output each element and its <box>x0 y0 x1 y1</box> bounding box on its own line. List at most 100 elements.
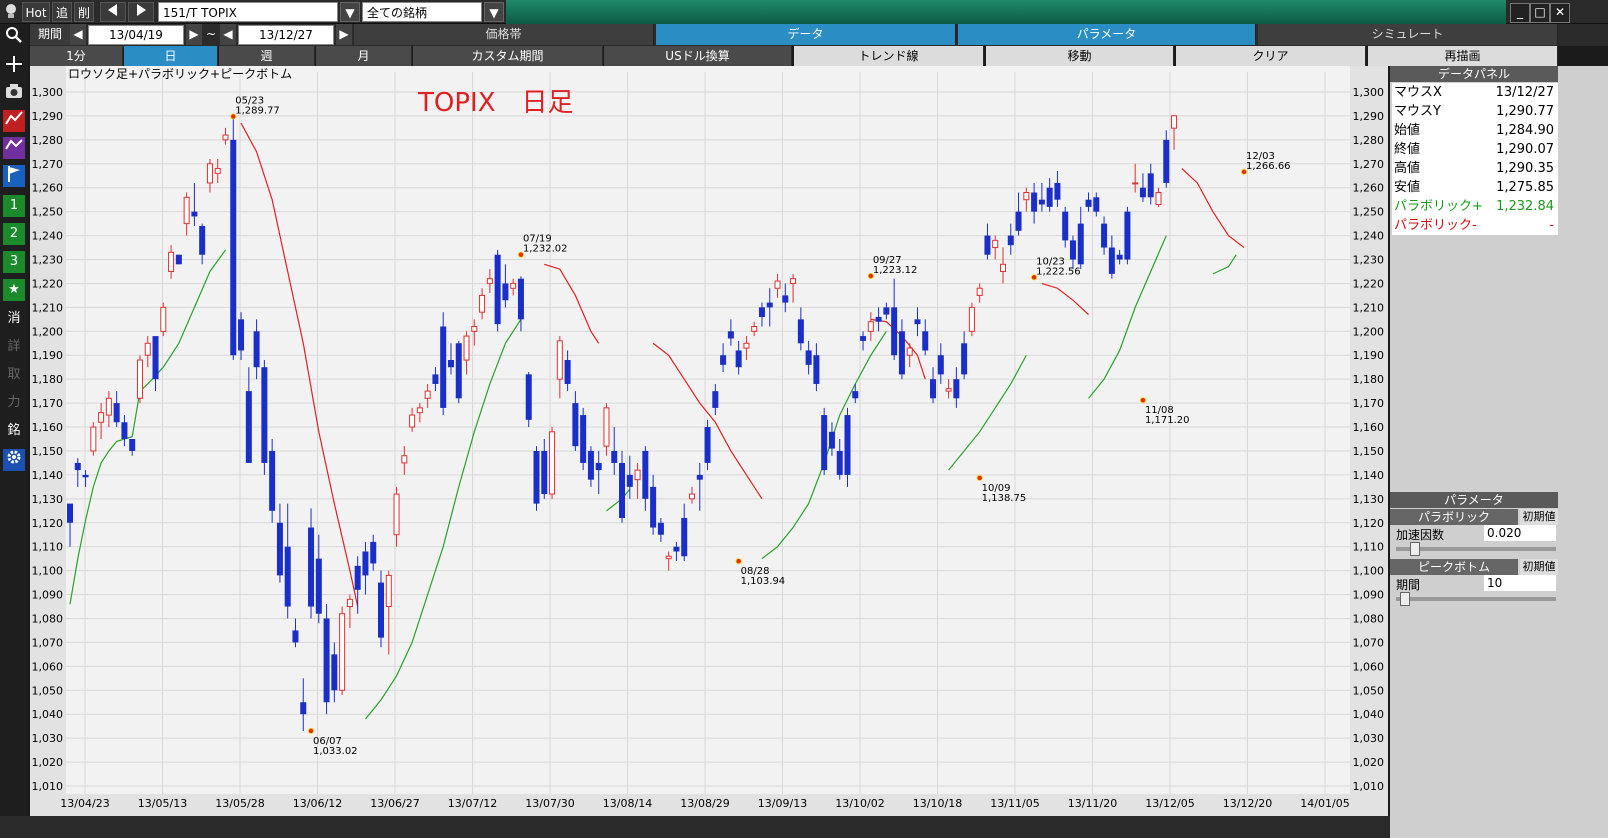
y-tick-label-left: 1,160 <box>32 421 64 434</box>
candle-body <box>168 251 175 272</box>
period-slider-handle[interactable] <box>1400 592 1410 606</box>
period-param-input[interactable]: 10 <box>1484 575 1556 591</box>
layout-3-button[interactable]: 3 <box>3 251 25 273</box>
period-slider[interactable] <box>1396 597 1556 601</box>
tab-price-band[interactable]: 価格帯 <box>354 24 654 45</box>
period-to-input[interactable]: 13/12/27 <box>238 25 334 45</box>
y-tick-label-right: 1,270 <box>1353 158 1385 171</box>
parabolic-param-label: パラボリック <box>1390 509 1518 525</box>
trendline-button[interactable]: トレンド線 <box>794 46 984 66</box>
candle-body <box>269 450 276 511</box>
tab-monthly[interactable]: 月 <box>316 46 412 66</box>
candlestick-chart[interactable]: 1,010 1,010 1,020 1,020 1,030 1,030 1,040 1,040… <box>30 66 1388 816</box>
layout-1-button[interactable]: 1 <box>3 195 25 217</box>
candle-body <box>455 343 462 399</box>
y-tick-label-left: 1,260 <box>32 182 64 195</box>
line-chart-icon[interactable] <box>3 110 25 132</box>
accel-slider-handle[interactable] <box>1410 542 1420 556</box>
candle-body <box>704 427 711 463</box>
camera-icon[interactable] <box>3 83 25 105</box>
candle-body <box>689 493 695 500</box>
candle-body <box>945 388 952 392</box>
x-tick-label: 13/07/30 <box>525 797 574 810</box>
maximize-icon[interactable]: □ <box>1530 3 1550 23</box>
y-tick-label-right: 1,090 <box>1353 589 1385 602</box>
flag-icon[interactable] <box>3 165 25 187</box>
dp-row-parabolic-minus: パラボリック- - <box>1392 216 1558 235</box>
period-from-input[interactable]: 13/04/19 <box>88 25 184 45</box>
y-tick-label-right: 1,160 <box>1353 421 1385 434</box>
candle-body <box>1062 211 1069 241</box>
bottom-value-label: 1,033.02 <box>313 746 358 757</box>
tab-parameters[interactable]: パラメータ <box>958 24 1256 45</box>
candle-body <box>790 278 797 284</box>
candle-body <box>424 390 431 399</box>
minimize-icon[interactable]: _ <box>1510 3 1530 23</box>
candle-body <box>533 450 540 504</box>
symbol-dropdown-icon[interactable]: ▼ <box>340 2 360 22</box>
lightbulb-icon[interactable] <box>2 2 20 22</box>
erase-button[interactable]: 消 <box>3 308 25 330</box>
candle-body <box>727 331 734 339</box>
timeline-scrollbar[interactable] <box>0 816 1390 838</box>
period-from-next-icon[interactable]: ▶ <box>186 24 202 45</box>
redraw-button[interactable]: 再描画 <box>1368 46 1558 66</box>
bottom-value-label: 1,138.75 <box>982 493 1027 504</box>
next-symbol-button[interactable] <box>128 2 154 22</box>
peak-marker <box>735 558 742 565</box>
accel-input[interactable]: 0.020 <box>1484 525 1556 541</box>
search-icon[interactable] <box>3 26 25 48</box>
power-button[interactable]: 力 <box>3 392 25 414</box>
y-tick-label-right: 1,010 <box>1353 780 1385 793</box>
period-to-next-icon[interactable]: ▶ <box>336 24 352 45</box>
y-tick-label-right: 1,300 <box>1353 86 1385 99</box>
add-button[interactable]: 追 <box>52 2 72 22</box>
close-icon[interactable]: ✕ <box>1550 3 1570 23</box>
usd-convert-button[interactable]: USドル換算 <box>604 46 792 66</box>
peak-reset-button[interactable]: 初期値 <box>1520 559 1558 575</box>
period-from-prev-icon[interactable]: ◀ <box>70 24 86 45</box>
period-to-prev-icon[interactable]: ◀ <box>220 24 236 45</box>
candle-body <box>276 522 283 576</box>
candle-body <box>222 134 229 141</box>
accel-slider[interactable] <box>1396 547 1556 551</box>
parabolic-reset-button[interactable]: 初期値 <box>1520 509 1558 525</box>
hot-button[interactable]: Hot <box>22 2 50 22</box>
trade-button[interactable]: 取 <box>3 364 25 386</box>
chart-area[interactable]: 1,010 1,010 1,020 1,020 1,030 1,030 1,040 1,040… <box>30 66 1388 816</box>
candle-body <box>105 397 112 416</box>
dp-row-high: 高値 1,290.35 <box>1392 159 1558 178</box>
tab-simulate[interactable]: シミュレート <box>1258 24 1558 45</box>
crosshair-icon[interactable] <box>3 55 25 77</box>
x-tick-label: 13/07/12 <box>448 797 497 810</box>
stock-list-select[interactable]: 全ての銘柄 <box>362 2 482 22</box>
stock-button[interactable]: 銘 <box>3 420 25 442</box>
tab-daily[interactable]: 日 <box>124 46 218 66</box>
tab-data[interactable]: データ <box>656 24 956 45</box>
gear-icon[interactable] <box>3 449 25 471</box>
candle-body <box>657 522 664 535</box>
candle-body <box>206 163 213 184</box>
layout-2-button[interactable]: 2 <box>3 223 25 245</box>
tab-weekly[interactable]: 週 <box>219 46 315 66</box>
x-tick-label: 13/12/20 <box>1223 797 1272 810</box>
custom-period-button[interactable]: カスタム期間 <box>413 46 603 66</box>
candle-body <box>735 350 742 368</box>
candle-body <box>416 407 423 414</box>
tab-1min[interactable]: 1分 <box>30 46 123 66</box>
candle-body <box>74 462 81 471</box>
x-tick-label: 13/09/13 <box>758 797 807 810</box>
candle-body <box>315 558 322 614</box>
clear-button[interactable]: クリア <box>1176 46 1366 66</box>
move-button[interactable]: 移動 <box>986 46 1174 66</box>
prev-symbol-button[interactable] <box>100 2 126 22</box>
star-icon[interactable]: ★ <box>3 279 25 301</box>
delete-button[interactable]: 削 <box>74 2 94 22</box>
symbol-input[interactable]: 151/T TOPIX <box>158 2 338 22</box>
indicator-chart-icon[interactable] <box>3 137 25 159</box>
detail-button[interactable]: 詳 <box>3 336 25 358</box>
candle-body <box>1155 192 1162 205</box>
list-dropdown-icon[interactable]: ▼ <box>484 2 504 22</box>
candle-body <box>634 469 641 481</box>
candle-body <box>191 211 198 217</box>
